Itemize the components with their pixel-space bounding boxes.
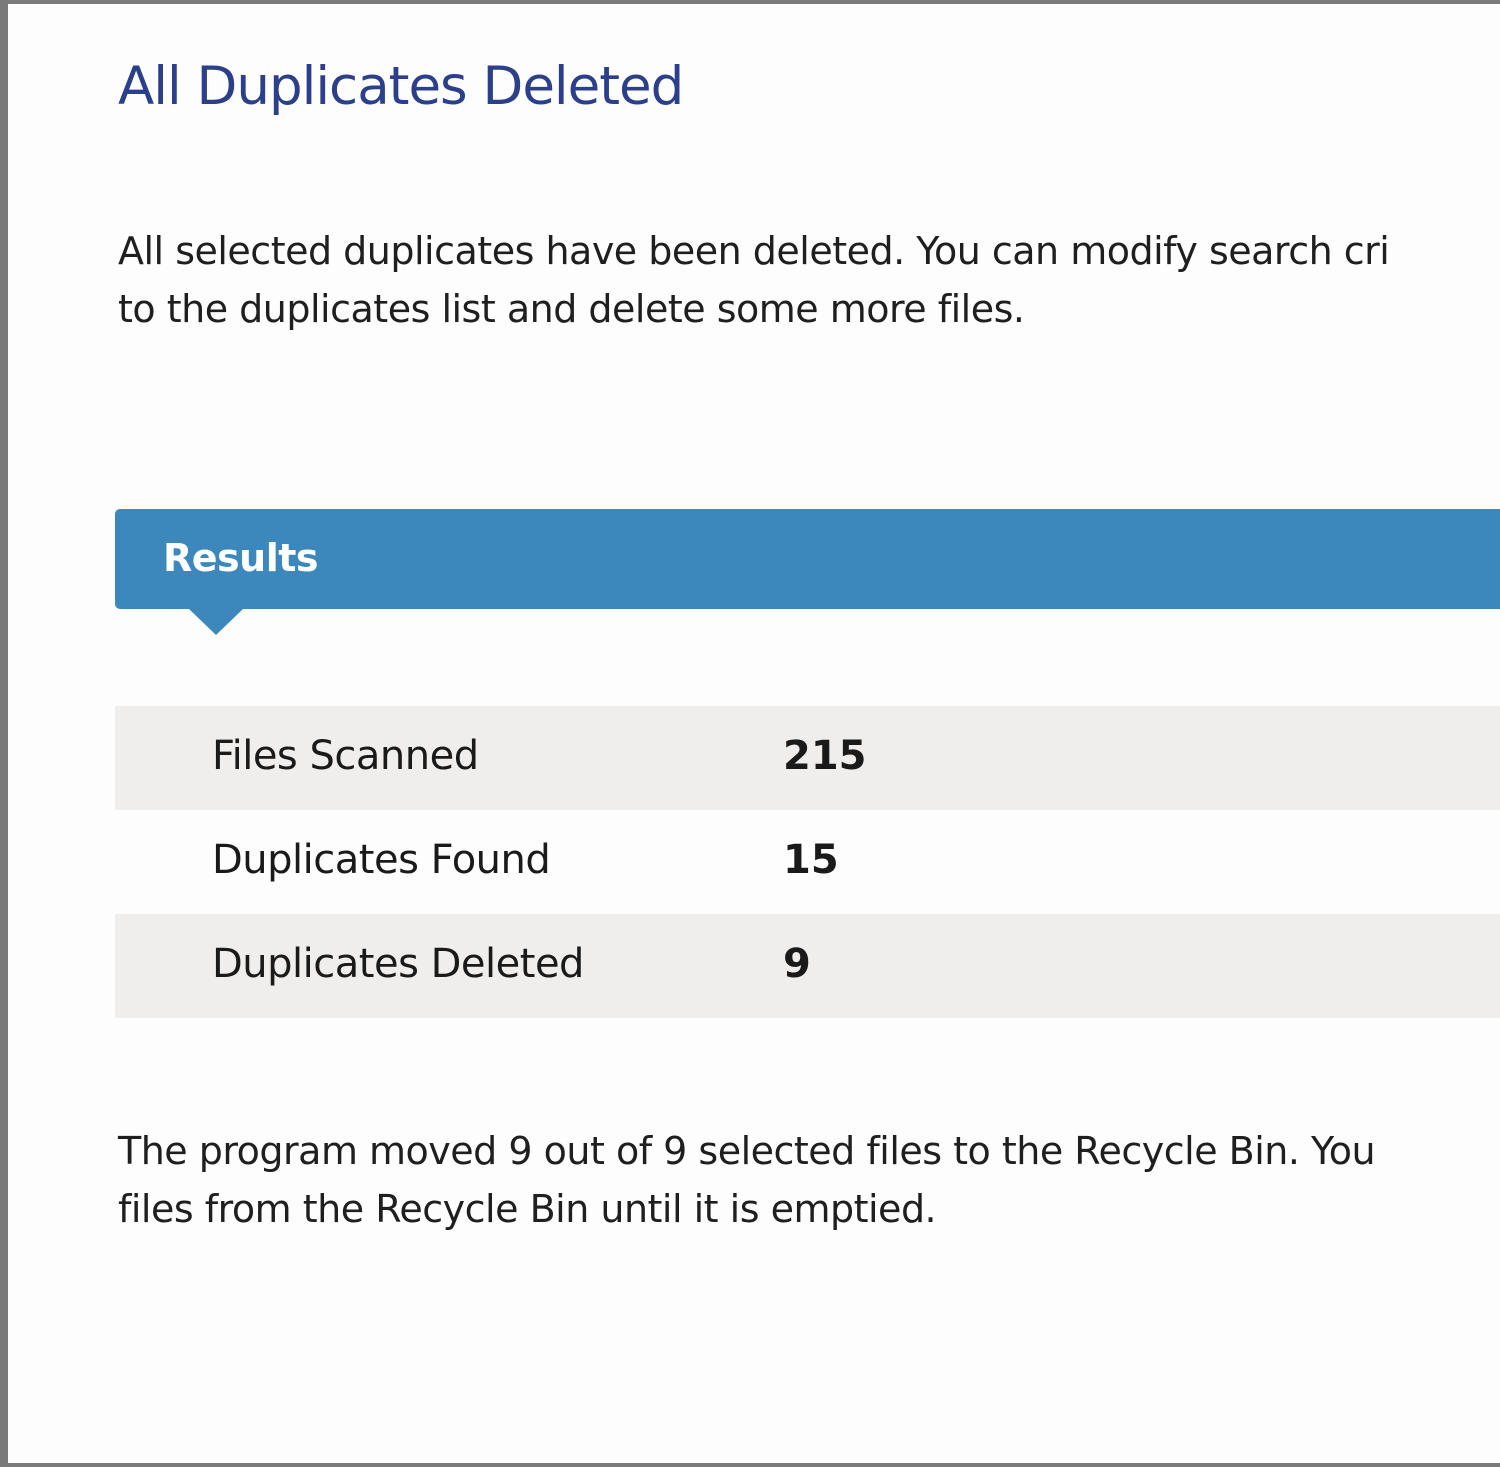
page-title: All Duplicates Deleted	[118, 56, 684, 117]
results-row-label: Duplicates Found	[212, 837, 551, 883]
results-row-files-scanned: Files Scanned 215	[115, 706, 1500, 810]
results-header-pointer	[189, 609, 243, 635]
description-line: to the duplicates list and delete some m…	[118, 287, 1025, 331]
description-line: All selected duplicates have been delete…	[118, 229, 1390, 273]
results-row-duplicates-deleted: Duplicates Deleted 9	[115, 914, 1500, 1018]
results-row-duplicates-found: Duplicates Found 15	[115, 810, 1500, 914]
results-row-label: Duplicates Deleted	[212, 941, 584, 987]
results-header: Results	[115, 509, 1500, 635]
footer-line: files from the Recycle Bin until it is e…	[118, 1187, 937, 1231]
results-row-value: 15	[783, 837, 839, 883]
results-header-label: Results	[163, 536, 319, 580]
results-row-label: Files Scanned	[212, 733, 479, 779]
results-table: Files Scanned 215 Duplicates Found 15 Du…	[115, 706, 1500, 1018]
results-row-value: 215	[783, 733, 867, 779]
footer-text: The program moved 9 out of 9 selected fi…	[118, 1122, 1500, 1238]
description-text: All selected duplicates have been delete…	[118, 222, 1500, 338]
dialog-window: All Duplicates Deleted All selected dupl…	[0, 0, 1500, 1467]
results-row-value: 9	[783, 941, 811, 987]
footer-line: The program moved 9 out of 9 selected fi…	[118, 1129, 1376, 1173]
